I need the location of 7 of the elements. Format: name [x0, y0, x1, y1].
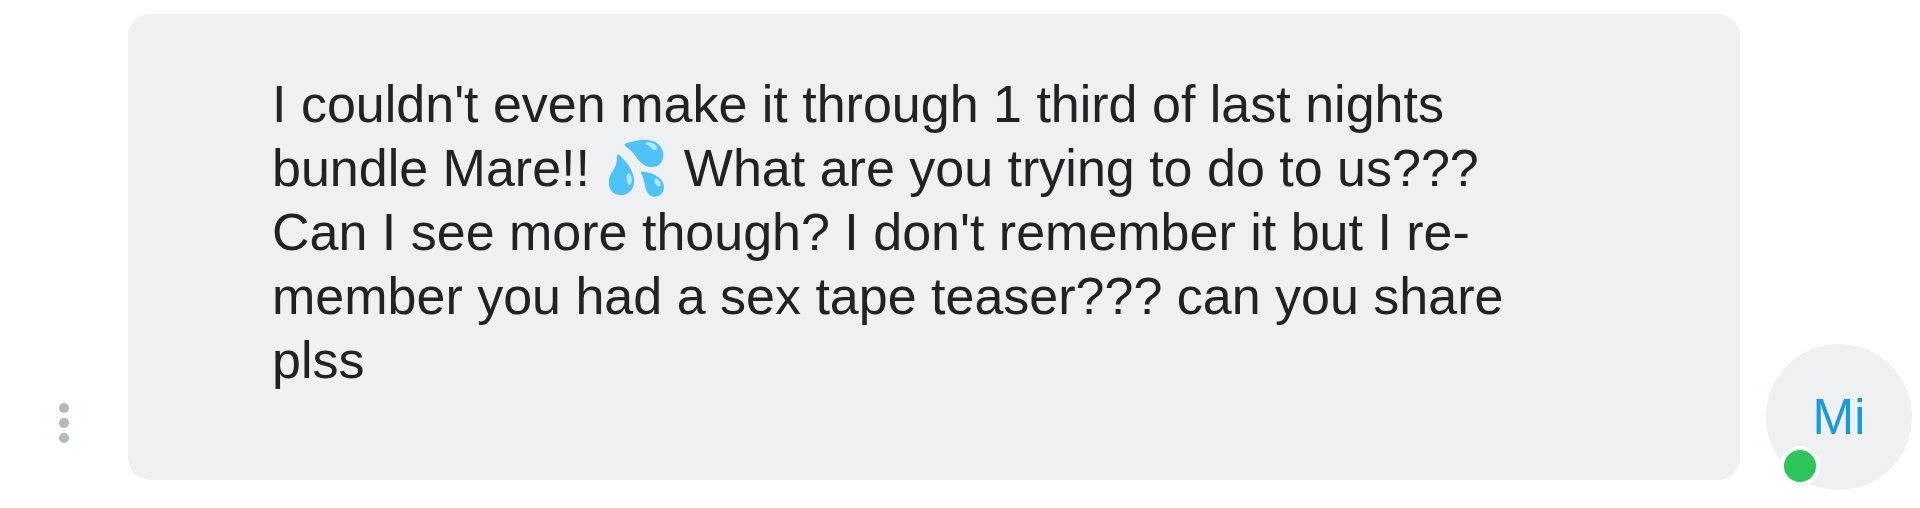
message-text: Can I see more though? I don't remember it but I re- — [272, 202, 1471, 263]
message-text: plss — [272, 330, 366, 391]
message-text: bundle Mare!! 💦 What are you trying to do to us??? — [272, 138, 1480, 199]
message-text: I couldn't even make it through 1 third of last nights — [272, 74, 1445, 135]
message-text: member you had a sex tape teaser??? can you share — [272, 266, 1505, 327]
user-avatar[interactable]: Mi — [1766, 344, 1912, 490]
more-options-icon[interactable] — [57, 402, 71, 444]
